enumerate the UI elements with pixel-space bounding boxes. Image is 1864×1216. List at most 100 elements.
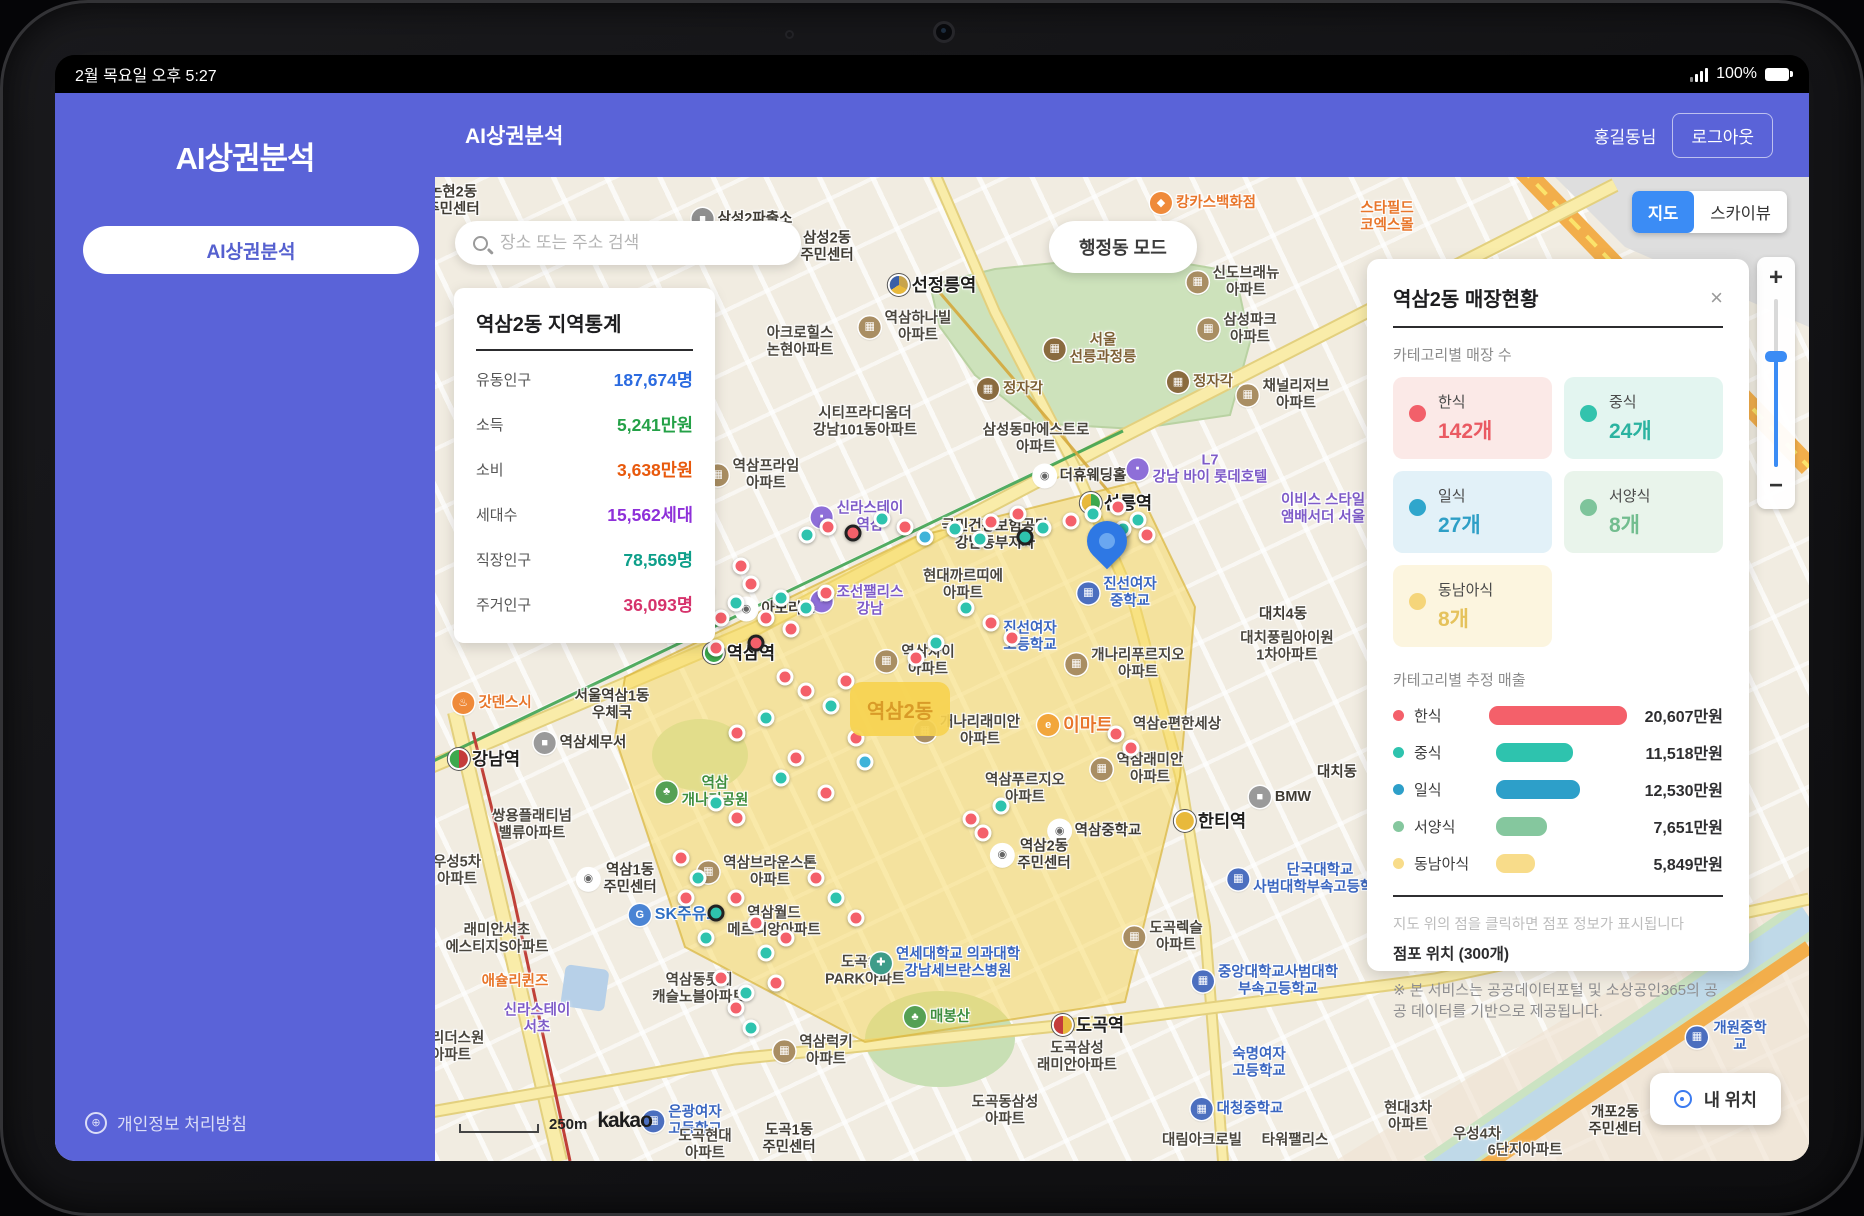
store-marker[interactable] bbox=[847, 909, 865, 927]
privacy-link[interactable]: ⊕ 개인정보 처리방침 bbox=[85, 1110, 247, 1135]
map-label-text: 현대까르띠에 아파트 bbox=[922, 568, 1004, 601]
stats-label: 소득 bbox=[476, 417, 504, 434]
count-section-label: 카테고리별 매장 수 bbox=[1393, 347, 1512, 364]
store-marker[interactable] bbox=[728, 724, 746, 742]
store-marker[interactable] bbox=[747, 634, 765, 652]
battery-percent: 100% bbox=[1716, 65, 1757, 82]
store-marker[interactable] bbox=[712, 609, 730, 627]
store-marker[interactable] bbox=[689, 869, 707, 887]
poi-icon: ■ bbox=[533, 732, 556, 754]
store-marker[interactable] bbox=[982, 614, 1000, 632]
store-marker[interactable] bbox=[797, 682, 815, 700]
store-marker[interactable] bbox=[728, 809, 746, 827]
map-label: e 이마트 bbox=[1037, 714, 1113, 736]
store-marker[interactable] bbox=[927, 634, 945, 652]
store-marker[interactable] bbox=[807, 869, 825, 887]
store-marker[interactable] bbox=[677, 889, 695, 907]
store-marker[interactable] bbox=[844, 524, 862, 542]
store-marker[interactable] bbox=[982, 513, 1000, 531]
store-marker[interactable] bbox=[777, 929, 795, 947]
my-location-button[interactable]: 내 위치 bbox=[1649, 1073, 1781, 1125]
store-marker[interactable] bbox=[742, 1019, 760, 1037]
map-label-text: 도곡동삼성 아파트 bbox=[971, 1094, 1039, 1127]
map-label-text: 역삼브라운스톤 아파트 bbox=[723, 855, 817, 888]
map-label: 6단지아파트 bbox=[1488, 1143, 1563, 1160]
store-marker[interactable] bbox=[856, 753, 874, 771]
store-marker[interactable] bbox=[742, 575, 760, 593]
store-marker[interactable] bbox=[672, 849, 690, 867]
store-marker[interactable] bbox=[737, 984, 755, 1002]
store-marker[interactable] bbox=[873, 510, 891, 528]
sales-name: 한식 bbox=[1414, 707, 1442, 725]
store-marker[interactable] bbox=[817, 784, 835, 802]
store-marker[interactable] bbox=[776, 668, 794, 686]
store-marker[interactable] bbox=[757, 944, 775, 962]
map-type-map[interactable]: 지도 bbox=[1631, 191, 1695, 233]
store-marker[interactable] bbox=[1003, 629, 1021, 647]
store-marker[interactable] bbox=[787, 749, 805, 767]
district-mode-button[interactable]: 행정동 모드 bbox=[1049, 221, 1197, 273]
sales-row: 동남아식 5,849만원 bbox=[1393, 851, 1723, 875]
store-marker[interactable] bbox=[992, 797, 1010, 815]
store-marker[interactable] bbox=[1009, 505, 1027, 523]
store-marker[interactable] bbox=[732, 557, 750, 575]
store-marker[interactable] bbox=[1062, 512, 1080, 530]
store-marker[interactable] bbox=[757, 609, 775, 627]
store-marker[interactable] bbox=[772, 769, 790, 787]
map-canvas[interactable]: 논현2동 주민센터■삼성2파출소삼성2동 주민센터◆캉카스백화점스타필드 코엑스… bbox=[435, 177, 1809, 1161]
logout-button[interactable]: 로그아웃 bbox=[1672, 112, 1773, 158]
store-marker[interactable] bbox=[896, 518, 914, 536]
store-marker[interactable] bbox=[827, 889, 845, 907]
store-marker[interactable] bbox=[819, 518, 837, 536]
close-icon[interactable]: × bbox=[1710, 286, 1723, 309]
poi-icon: ◆ bbox=[1149, 192, 1172, 214]
store-marker[interactable] bbox=[798, 526, 816, 544]
map-type-skyview[interactable]: 스카이뷰 bbox=[1694, 191, 1787, 233]
store-marker[interactable] bbox=[772, 589, 790, 607]
store-marker[interactable] bbox=[727, 999, 745, 1017]
store-hint: 지도 위의 점을 클릭하면 점포 정보가 표시됩니다 bbox=[1393, 916, 1684, 933]
store-marker[interactable] bbox=[946, 520, 964, 538]
store-marker[interactable] bbox=[916, 528, 934, 546]
store-marker[interactable] bbox=[1107, 725, 1125, 743]
store-marker[interactable] bbox=[907, 649, 925, 667]
map-label: ▦ 개원중학교 bbox=[1686, 1020, 1768, 1053]
store-marker[interactable] bbox=[822, 697, 840, 715]
store-marker[interactable] bbox=[817, 584, 835, 602]
map-label: ▦ 서울 선릉과정릉 bbox=[1043, 332, 1136, 365]
store-marker[interactable] bbox=[1122, 739, 1140, 757]
store-marker[interactable] bbox=[1138, 526, 1156, 544]
store-marker[interactable] bbox=[757, 709, 775, 727]
store-marker[interactable] bbox=[747, 914, 765, 932]
store-marker[interactable] bbox=[1084, 505, 1102, 523]
store-marker[interactable] bbox=[1109, 498, 1127, 516]
zoom-slider-track[interactable] bbox=[1765, 299, 1787, 467]
store-marker[interactable] bbox=[767, 974, 785, 992]
map-label: 래미안서초 에스티지S아파트 bbox=[445, 922, 548, 955]
store-marker[interactable] bbox=[974, 824, 992, 842]
store-marker[interactable] bbox=[1016, 528, 1034, 546]
search-input[interactable] bbox=[498, 232, 783, 254]
zoom-in-button[interactable]: + bbox=[1769, 263, 1783, 295]
store-marker[interactable] bbox=[727, 594, 745, 612]
map-label: 쌍용플래티넘 밸류아파트 bbox=[492, 808, 572, 841]
store-marker[interactable] bbox=[797, 599, 815, 617]
store-marker[interactable] bbox=[707, 904, 725, 922]
store-marker[interactable] bbox=[727, 889, 745, 907]
store-marker[interactable] bbox=[971, 530, 989, 548]
store-marker[interactable] bbox=[957, 599, 975, 617]
map-label-text: L7 강남 바이 롯데호텔 bbox=[1152, 452, 1268, 485]
store-marker[interactable] bbox=[707, 639, 725, 657]
store-marker[interactable] bbox=[962, 810, 980, 828]
sidebar-item-analysis[interactable]: AI상권분석 bbox=[83, 226, 419, 274]
store-marker[interactable] bbox=[782, 620, 800, 638]
zoom-slider-handle[interactable] bbox=[1765, 351, 1787, 362]
sales-dot bbox=[1393, 746, 1404, 758]
stats-value: 5,241만원 bbox=[617, 415, 693, 435]
store-marker[interactable] bbox=[712, 969, 730, 987]
store-marker[interactable] bbox=[697, 929, 715, 947]
store-marker[interactable] bbox=[707, 794, 725, 812]
zoom-out-button[interactable]: − bbox=[1769, 471, 1783, 503]
store-marker[interactable] bbox=[1034, 519, 1052, 537]
sales-bar bbox=[1496, 742, 1573, 762]
